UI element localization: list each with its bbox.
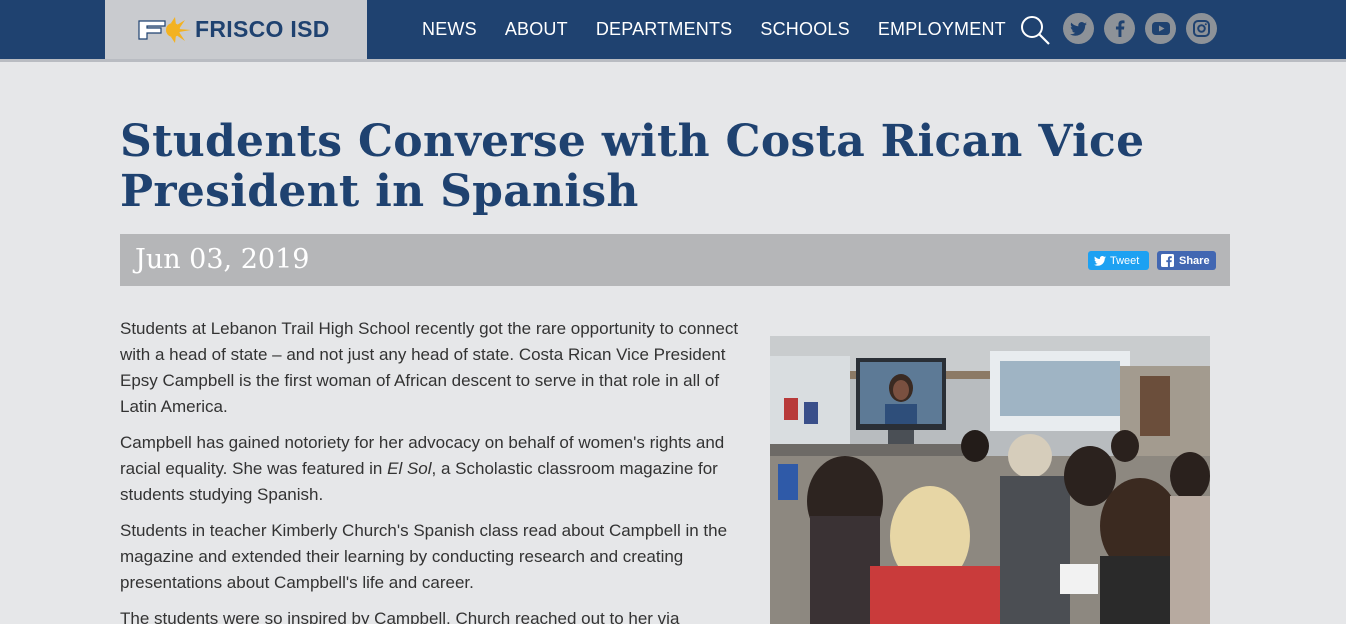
nav-about[interactable]: ABOUT	[505, 19, 568, 40]
nav-departments[interactable]: DEPARTMENTS	[596, 19, 733, 40]
date-bar: Jun 03, 2019 Tweet Share	[120, 234, 1230, 286]
nav-news[interactable]: NEWS	[422, 19, 477, 40]
article-date: Jun 03, 2019	[135, 244, 310, 275]
article-title: Students Converse with Costa Rican Vice …	[120, 116, 1145, 217]
nav-employment[interactable]: EMPLOYMENT	[878, 19, 1006, 40]
twitter-bird-icon	[1094, 255, 1106, 266]
main-nav: NEWS ABOUT DEPARTMENTS SCHOOLS EMPLOYMEN…	[408, 0, 1020, 59]
magazine-name: El Sol	[387, 459, 432, 478]
frisco-isd-logo[interactable]: FRISCO ISD	[105, 0, 367, 59]
instagram-icon[interactable]	[1186, 13, 1217, 44]
paragraph-1: Students at Lebanon Trail High School re…	[120, 319, 739, 416]
facebook-share-button[interactable]: Share	[1157, 251, 1216, 270]
paragraph-4: The students were so inspired by Campbel…	[120, 609, 680, 624]
frisco-star-logo-icon	[135, 15, 191, 45]
paragraph-3: Students in teacher Kimberly Church's Sp…	[120, 521, 728, 592]
share-label: Share	[1179, 254, 1210, 267]
search-icon[interactable]	[1019, 14, 1051, 46]
article-photo	[770, 336, 1210, 624]
logo-text: FRISCO ISD	[195, 16, 330, 42]
youtube-icon[interactable]	[1145, 13, 1176, 44]
facebook-f-icon	[1161, 254, 1174, 267]
tweet-label: Tweet	[1110, 254, 1140, 267]
nav-schools[interactable]: SCHOOLS	[760, 19, 849, 40]
header-divider	[0, 59, 1346, 62]
article-body: Students at Lebanon Trail High School re…	[120, 316, 740, 624]
tweet-button[interactable]: Tweet	[1088, 251, 1149, 270]
facebook-icon[interactable]	[1104, 13, 1135, 44]
twitter-icon[interactable]	[1063, 13, 1094, 44]
paragraph-2: Campbell has gained notoriety for her ad…	[120, 430, 740, 508]
